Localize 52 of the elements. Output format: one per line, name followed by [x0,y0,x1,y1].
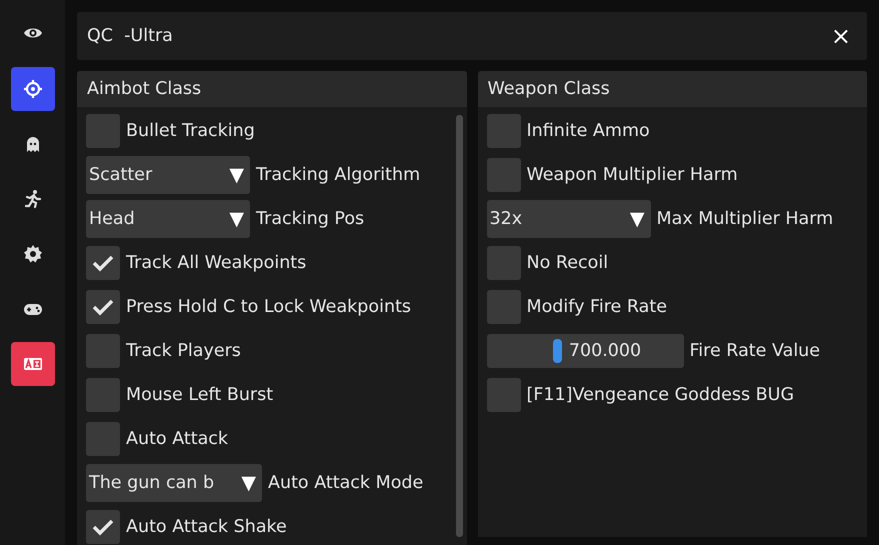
slider-value: 700.000 [568,340,642,363]
checkbox[interactable] [486,158,520,192]
option-label: Auto Attack Shake [126,516,287,539]
panel-header: Aimbot Class [77,71,466,107]
caret-icon: ▼ [630,204,644,234]
dropdown[interactable]: 32x ▼ [486,200,650,238]
checkbox[interactable] [86,290,120,324]
checkmark-icon [92,518,114,536]
crosshair-icon [22,79,42,99]
option-label: Press Hold C to Lock Weakpoints [126,296,412,319]
window-title: QC -Ultra [87,24,173,48]
checkbox[interactable] [486,114,520,148]
checkbox[interactable] [86,510,120,544]
settings-icon [22,244,42,264]
option-label: Infinite Ammo [526,120,650,143]
checkbox[interactable] [486,246,520,280]
checkmark-icon [92,254,114,272]
dropdown[interactable]: Scatter ▼ [86,156,250,194]
checkbox[interactable] [86,334,120,368]
checkbox[interactable] [86,114,120,148]
panel-header: Weapon Class [478,71,867,107]
option-label: Bullet Tracking [126,120,255,143]
option-label: Max Multiplier Harm [656,208,834,231]
scrollbar[interactable] [456,115,462,537]
checkbox[interactable] [86,246,120,280]
checkbox[interactable] [486,290,520,324]
dropdown[interactable]: Head ▼ [86,200,250,238]
slider-thumb[interactable] [553,339,562,363]
option-label: Mouse Left Burst [126,384,274,407]
option-label: Tracking Algorithm [256,164,420,187]
option-label: Fire Rate Value [690,340,820,363]
caret-icon: ▼ [241,468,256,498]
dropdown[interactable]: The gun can b ▼ [86,464,262,502]
option-label: Weapon Multiplier Harm [526,164,738,187]
caret-icon: ▼ [229,204,244,234]
option-label: Auto Attack [126,428,228,451]
close-button[interactable]: × [830,24,851,48]
checkbox[interactable] [486,378,520,412]
checkmark-icon [92,298,114,316]
option-label: Track All Weakpoints [126,252,306,275]
option-label: No Recoil [526,252,608,275]
option-label: Track Players [126,340,241,363]
running-person-icon [22,189,42,209]
checkbox[interactable] [86,378,120,412]
option-label: Modify Fire Rate [526,296,667,319]
caret-icon: ▼ [229,160,244,190]
option-label: Auto Attack Mode [268,472,424,495]
slider[interactable]: 700.000 [486,334,684,368]
sidebar-tab[interactable] [10,67,54,111]
option-label: [F11]Vengeance Goddess BUG [526,384,794,407]
option-label: Tracking Pos [256,208,364,231]
checkbox[interactable] [86,422,120,456]
